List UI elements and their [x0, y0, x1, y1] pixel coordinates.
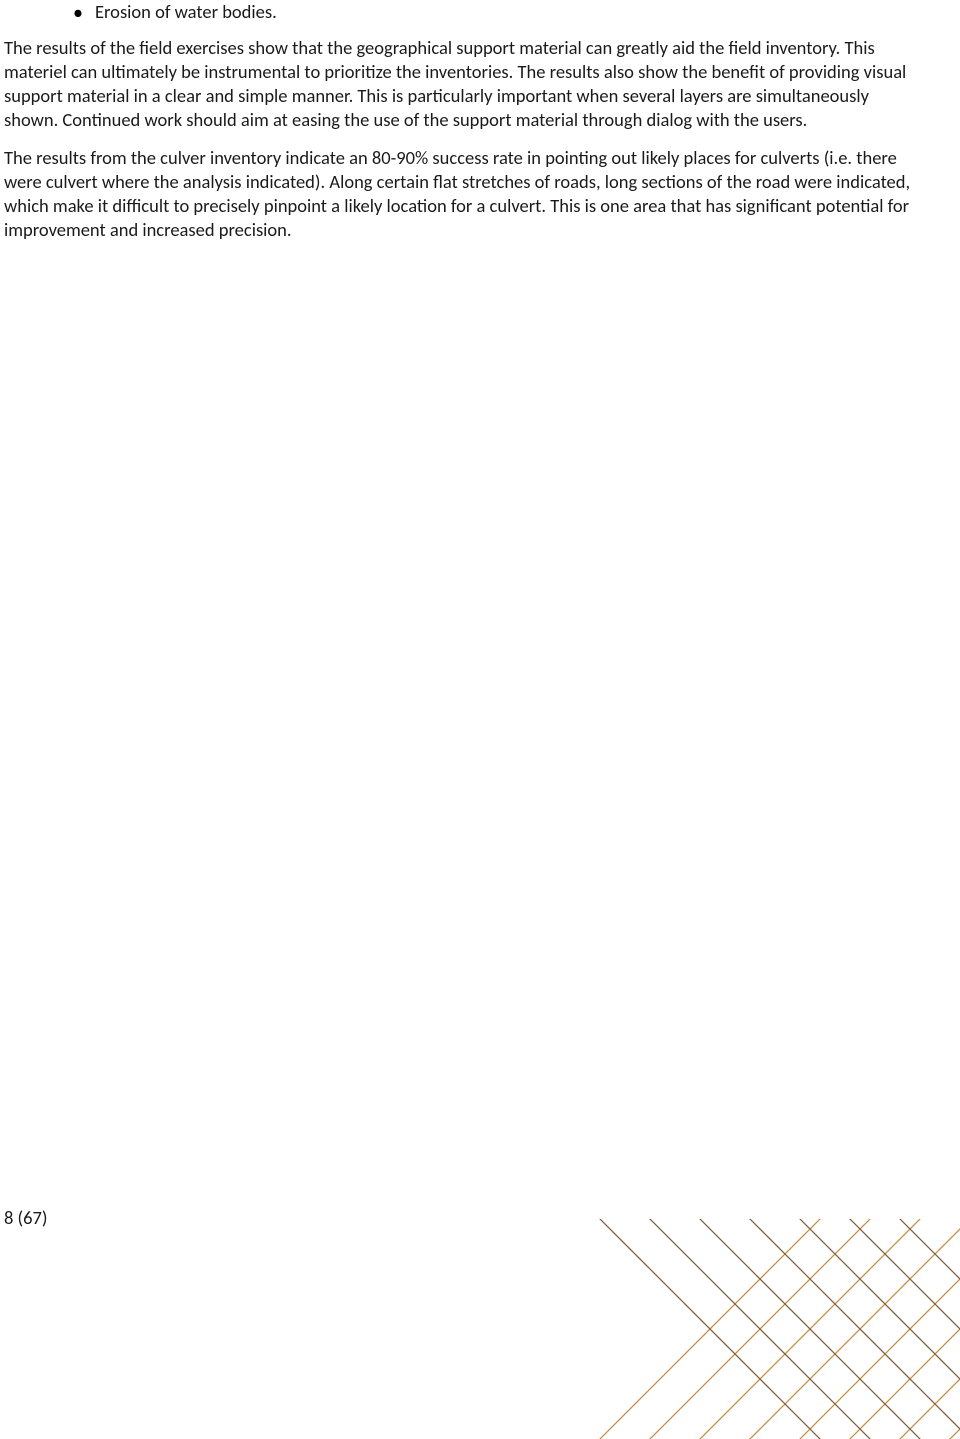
bullet-item: Erosion of water bodies.	[95, 0, 930, 24]
grid-lines-b	[520, 1219, 960, 1439]
document-page: Erosion of water bodies. The results of …	[0, 0, 960, 1439]
grid-lines-a	[560, 1219, 960, 1439]
body-paragraph: The results from the culver inventory in…	[0, 146, 930, 242]
bullet-list: Erosion of water bodies.	[0, 0, 930, 24]
page-content: Erosion of water bodies. The results of …	[0, 0, 930, 256]
page-number: 8 (67)	[4, 1206, 48, 1229]
footer-decoration	[500, 1219, 960, 1439]
body-paragraph: The results of the field exercises show …	[0, 36, 930, 132]
bullet-text: Erosion of water bodies.	[95, 0, 277, 23]
